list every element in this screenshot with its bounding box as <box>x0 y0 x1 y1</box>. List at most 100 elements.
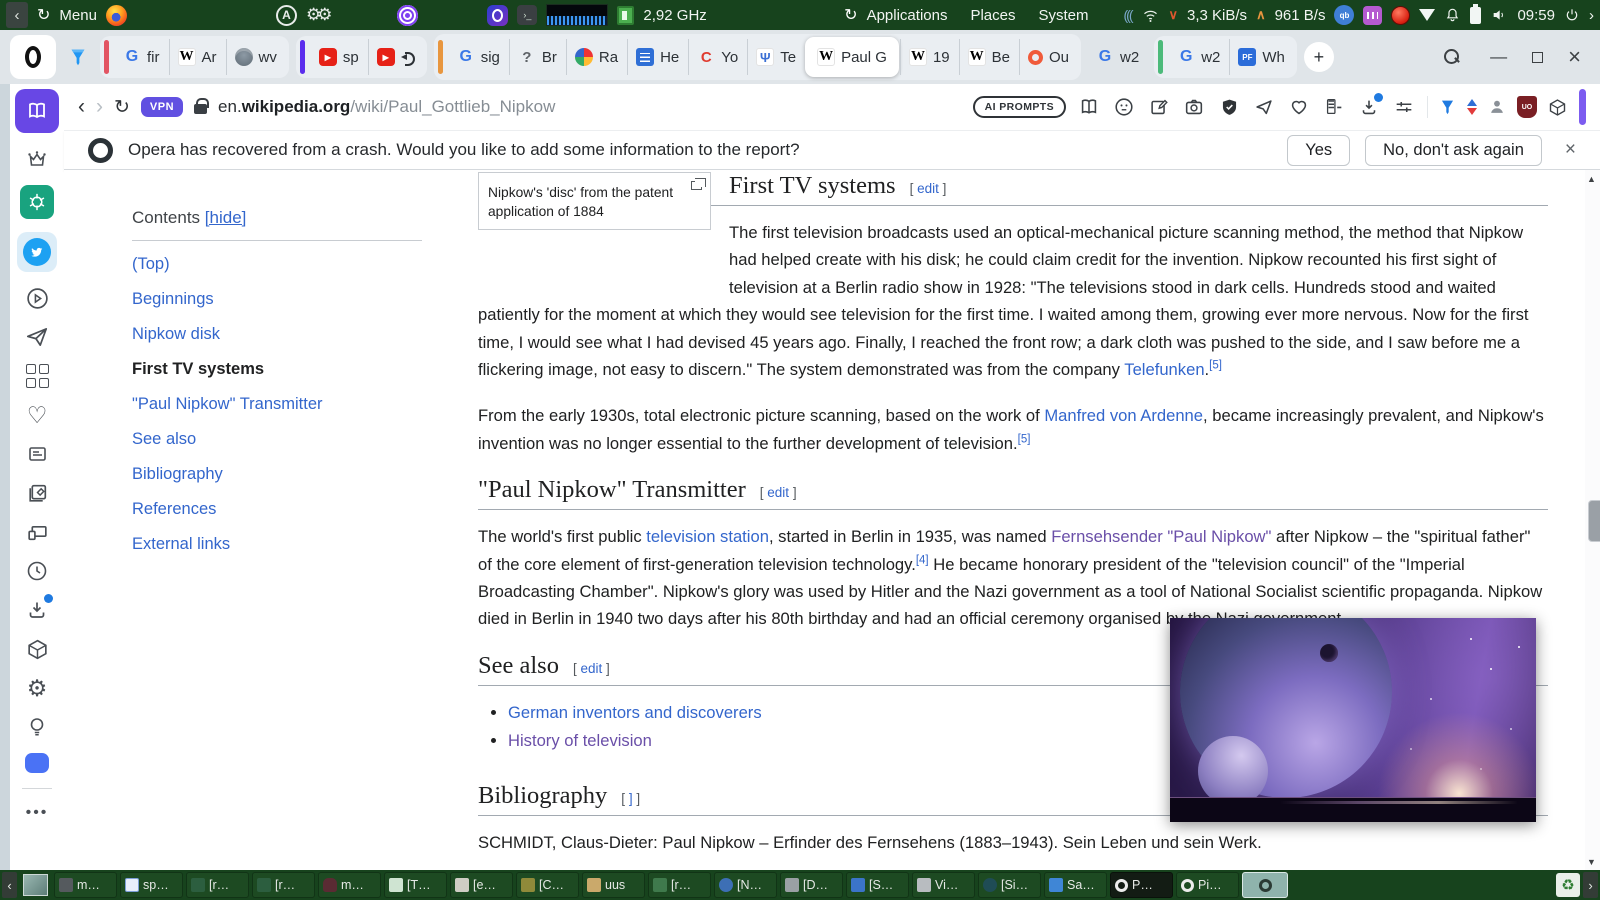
speed-dial-grid-icon[interactable] <box>24 363 50 389</box>
power-icon[interactable] <box>1564 7 1580 23</box>
taskbar-window-button[interactable]: [Si… <box>978 872 1041 898</box>
address-url[interactable]: en. wikipedia.org/wiki/Paul_Gottlieb_Nipk… <box>218 97 555 117</box>
taskbar-window-button-focused[interactable]: P… <box>1110 872 1173 898</box>
close-window-button[interactable]: × <box>1568 44 1581 70</box>
vpn-extension-icon[interactable] <box>1438 96 1457 118</box>
my-flow-icon[interactable] <box>24 519 50 545</box>
bookmark-edit-icon[interactable] <box>1147 95 1171 119</box>
taskbar-window-button[interactable]: [r… <box>186 872 249 898</box>
ublock-shield-icon[interactable]: UO <box>1517 96 1537 118</box>
workspace-switcher[interactable] <box>23 874 48 896</box>
lock-icon[interactable] <box>194 98 210 114</box>
taskbar-right-arrow[interactable]: › <box>1583 872 1598 898</box>
taskbar-window-button[interactable]: [r… <box>648 872 711 898</box>
send-icon[interactable] <box>1252 95 1276 119</box>
history-clock-icon[interactable] <box>24 558 50 584</box>
taskbar-window-button[interactable]: [S… <box>846 872 909 898</box>
crash-close-icon[interactable]: × <box>1565 139 1576 161</box>
tab-active[interactable]: W Paul G <box>805 37 899 77</box>
tab[interactable]: Gw2 <box>1088 39 1147 75</box>
tab[interactable]: Ψ Te <box>747 39 804 75</box>
menu-button[interactable]: Menu <box>59 7 97 24</box>
taskbar-window-button[interactable]: Vi… <box>912 872 975 898</box>
tor-browser-icon[interactable] <box>397 4 419 26</box>
edit-link[interactable]: ] <box>629 791 633 806</box>
tune-sliders-icon[interactable] <box>1392 95 1416 119</box>
tab-group-bar-green[interactable] <box>1158 40 1164 74</box>
purple-panel-indicator[interactable] <box>1579 89 1586 125</box>
page-scrollbar[interactable]: ▲ ▼ <box>1585 170 1600 870</box>
reader-icon[interactable] <box>1077 95 1101 119</box>
settings-gear-icon[interactable]: ⚙ <box>24 675 50 701</box>
opera-menu-button[interactable] <box>10 35 56 79</box>
taskbar-left-arrow[interactable]: ‹ <box>2 872 17 898</box>
link-history-of-television[interactable]: History of television <box>508 731 652 750</box>
tab-group-bar-red[interactable] <box>104 40 109 74</box>
thumbnail-caption-box[interactable]: Nipkow's 'disc' from the patent applicat… <box>478 172 711 230</box>
link-fernsehsender-paul-nipkow[interactable]: Fernsehsender "Paul Nipkow" <box>1051 527 1271 546</box>
edit-link[interactable]: edit <box>767 485 789 500</box>
scroll-up-arrow[interactable]: ▲ <box>1587 174 1596 184</box>
crash-yes-button[interactable]: Yes <box>1287 134 1351 166</box>
applications-menu[interactable]: Applications <box>867 7 948 24</box>
downloads-icon[interactable] <box>24 594 53 623</box>
lightbulb-icon[interactable] <box>24 714 50 740</box>
taskbar-window-button[interactable]: uus <box>582 872 645 898</box>
taskbar-window-button[interactable]: [r… <box>252 872 315 898</box>
news-card-icon[interactable] <box>24 441 50 467</box>
heart-icon[interactable] <box>1287 95 1311 119</box>
notifications-bell-icon[interactable] <box>1444 6 1461 24</box>
link-television-station[interactable]: television station <box>646 527 769 546</box>
media-player-icon[interactable] <box>1363 5 1383 25</box>
maximize-button[interactable] <box>1532 51 1544 63</box>
taskbar-window-button[interactable]: [D… <box>780 872 843 898</box>
chat-bubble-icon[interactable] <box>25 753 49 773</box>
edit-link[interactable]: edit <box>581 661 603 676</box>
taskbar-window-button[interactable]: [C… <box>516 872 579 898</box>
tab[interactable]: ▶ sp <box>311 39 367 75</box>
bookmarks-book-icon[interactable] <box>15 89 59 133</box>
taskbar-window-button[interactable]: m… <box>54 872 117 898</box>
link-german-inventors[interactable]: German inventors and discoverers <box>508 703 762 722</box>
panel-chevron-right-button[interactable]: › <box>1589 7 1594 24</box>
back-button[interactable]: ‹ <box>78 95 85 119</box>
ref-5-link[interactable]: [5] <box>1209 360 1222 372</box>
taskbar-window-button[interactable]: [T… <box>384 872 447 898</box>
places-menu[interactable]: Places <box>970 7 1015 24</box>
tab[interactable]: Ou <box>1018 39 1077 75</box>
tab[interactable]: C Yo <box>688 39 746 75</box>
telegram-send-icon[interactable] <box>24 324 50 350</box>
extensions-cube-icon[interactable] <box>24 636 50 662</box>
toc-item-bibliography[interactable]: Bibliography <box>132 465 478 500</box>
opera-launcher-icon[interactable] <box>487 4 509 26</box>
vpn-badge[interactable]: VPN <box>140 97 184 117</box>
workspace-icon[interactable] <box>63 38 93 76</box>
reading-list-icon[interactable] <box>1322 95 1346 119</box>
ai-prompts-button[interactable]: AI PROMPTS <box>972 96 1066 118</box>
system-menu[interactable]: System <box>1039 7 1089 24</box>
toc-item-nipkow-disk[interactable]: Nipkow disk <box>132 325 478 360</box>
sidebar-more-button[interactable]: ••• <box>26 804 49 822</box>
toc-item-top[interactable]: (Top) <box>132 255 478 290</box>
system-monitor-graph[interactable] <box>546 4 609 26</box>
updown-arrows-icon[interactable] <box>1467 99 1477 115</box>
panel-chevron-left-button[interactable]: ‹ <box>6 2 28 28</box>
ref-4-link[interactable]: [4] <box>916 554 929 566</box>
taskbar-window-button[interactable]: [N… <box>714 872 777 898</box>
taskbar-window-button[interactable]: m… <box>318 872 381 898</box>
heart-icon[interactable]: ♡ <box>24 402 50 428</box>
tab[interactable]: Ra <box>565 39 626 75</box>
picture-in-picture-video[interactable] <box>1170 618 1536 822</box>
toc-item-external-links[interactable]: External links <box>132 535 478 570</box>
screen-recorder-icon[interactable] <box>1391 5 1411 25</box>
link-manfred-von-ardenne[interactable]: Manfred von Ardenne <box>1044 406 1203 425</box>
tab[interactable]: W 19 <box>899 39 958 75</box>
pinboards-icon[interactable] <box>24 480 50 506</box>
chatgpt-icon[interactable] <box>20 185 54 219</box>
sync-icon[interactable]: ↻ <box>37 5 50 25</box>
crown-icon[interactable] <box>24 146 50 172</box>
scrollbar-thumb[interactable] <box>1588 500 1600 542</box>
tab-search-icon[interactable] <box>1444 49 1460 65</box>
tab[interactable]: PF Wh <box>1229 39 1293 75</box>
tab[interactable]: W Be <box>958 39 1018 75</box>
